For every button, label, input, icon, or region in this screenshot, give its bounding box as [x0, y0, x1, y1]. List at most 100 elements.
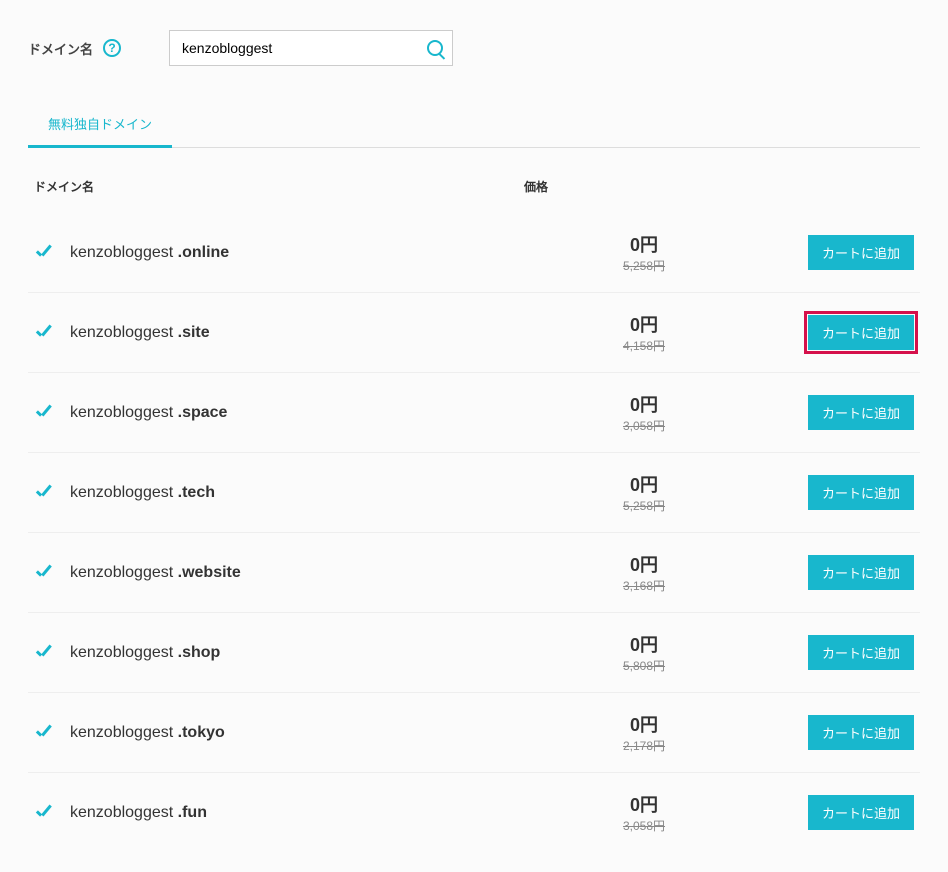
add-to-cart-button[interactable]: カートに追加: [808, 555, 914, 590]
check-icon: [34, 723, 54, 743]
available-check: [34, 723, 70, 743]
available-check: [34, 803, 70, 823]
price-cell: 0円2,178円: [564, 711, 724, 754]
domain-ext: .space: [178, 404, 228, 421]
table-row: kenzobloggest .tokyo0円2,178円カートに追加: [28, 693, 920, 773]
price-cell: 0円5,808円: [564, 631, 724, 674]
tabs: 無料独自ドメイン: [28, 102, 920, 148]
domain-name: kenzobloggest .space: [70, 404, 564, 422]
price-cell: 0円3,058円: [564, 791, 724, 834]
available-check: [34, 643, 70, 663]
price-original: 5,808円: [564, 657, 724, 674]
table-row: kenzobloggest .website0円3,168円カートに追加: [28, 533, 920, 613]
available-check: [34, 243, 70, 263]
domain-name: kenzobloggest .site: [70, 324, 564, 342]
search-box: [169, 30, 453, 66]
price-original: 5,258円: [564, 497, 724, 514]
add-to-cart-button[interactable]: カートに追加: [808, 235, 914, 270]
action-cell: カートに追加: [724, 555, 914, 590]
price-original: 3,168円: [564, 577, 724, 594]
table-row: kenzobloggest .site0円4,158円カートに追加: [28, 293, 920, 373]
check-icon: [34, 803, 54, 823]
price-cell: 0円3,058円: [564, 391, 724, 434]
table-row: kenzobloggest .online0円5,258円 カートに追加: [28, 213, 920, 293]
price-original: 2,178円: [564, 737, 724, 754]
table-row: kenzobloggest .space0円3,058円カートに追加: [28, 373, 920, 453]
price-current: 0円: [564, 791, 724, 817]
search-icon: [427, 40, 443, 56]
price-original: 3,058円: [564, 817, 724, 834]
add-to-cart-button[interactable]: カートに追加: [808, 635, 914, 670]
price-current: 0円: [564, 391, 724, 417]
price-current: 0円: [564, 711, 724, 737]
domain-name: kenzobloggest .tokyo: [70, 724, 564, 742]
domain-name: kenzobloggest .fun: [70, 804, 564, 822]
price-cell: 0円5,258円: [564, 231, 724, 274]
action-cell: カートに追加: [724, 315, 914, 350]
domain-base: kenzobloggest: [70, 484, 178, 501]
check-icon: [34, 323, 54, 343]
domain-base: kenzobloggest: [70, 804, 178, 821]
add-to-cart-button[interactable]: カートに追加: [808, 715, 914, 750]
header-domain: ドメイン名: [34, 178, 524, 195]
tab-free-domain[interactable]: 無料独自ドメイン: [28, 102, 172, 148]
domain-ext: .site: [178, 324, 210, 341]
help-icon[interactable]: ?: [103, 39, 121, 57]
domain-base: kenzobloggest: [70, 244, 178, 261]
domain-base: kenzobloggest: [70, 324, 178, 341]
domain-name: kenzobloggest .shop: [70, 644, 564, 662]
available-check: [34, 563, 70, 583]
add-to-cart-button[interactable]: カートに追加: [808, 395, 914, 430]
table-row: kenzobloggest .shop0円5,808円カートに追加: [28, 613, 920, 693]
add-to-cart-button[interactable]: カートに追加: [808, 315, 914, 350]
price-current: 0円: [564, 631, 724, 657]
table-header: ドメイン名 価格: [28, 178, 920, 213]
check-icon: [34, 403, 54, 423]
action-cell: カートに追加: [724, 235, 914, 270]
check-icon: [34, 483, 54, 503]
price-current: 0円: [564, 231, 724, 257]
search-input[interactable]: [169, 30, 453, 66]
price-current: 0円: [564, 471, 724, 497]
search-row: ドメイン名 ?: [28, 30, 920, 66]
action-cell: カートに追加: [724, 475, 914, 510]
results-list: kenzobloggest .online0円5,258円カートに追加kenzo…: [28, 213, 920, 852]
available-check: [34, 403, 70, 423]
table-row: kenzobloggest .fun0円3,058円カートに追加: [28, 773, 920, 852]
available-check: [34, 483, 70, 503]
domain-ext: .fun: [178, 804, 207, 821]
available-check: [34, 323, 70, 343]
domain-ext: .tokyo: [178, 724, 225, 741]
domain-name: kenzobloggest .website: [70, 564, 564, 582]
price-current: 0円: [564, 311, 724, 337]
search-button[interactable]: [417, 30, 453, 66]
price-current: 0円: [564, 551, 724, 577]
add-to-cart-button[interactable]: カートに追加: [808, 475, 914, 510]
domain-base: kenzobloggest: [70, 644, 178, 661]
check-icon: [34, 243, 54, 263]
check-icon: [34, 643, 54, 663]
search-label: ドメイン名: [28, 39, 93, 58]
action-cell: カートに追加: [724, 635, 914, 670]
price-cell: 0円4,158円: [564, 311, 724, 354]
domain-base: kenzobloggest: [70, 404, 178, 421]
price-original: 5,258円: [564, 257, 724, 274]
check-icon: [34, 563, 54, 583]
table-row: kenzobloggest .tech0円5,258円カートに追加: [28, 453, 920, 533]
header-price: 価格: [524, 178, 584, 195]
price-cell: 0円3,168円: [564, 551, 724, 594]
action-cell: カートに追加: [724, 715, 914, 750]
domain-name: kenzobloggest .online: [70, 244, 564, 262]
add-to-cart-button[interactable]: カートに追加: [808, 795, 914, 830]
domain-base: kenzobloggest: [70, 724, 178, 741]
price-cell: 0円5,258円: [564, 471, 724, 514]
domain-base: kenzobloggest: [70, 564, 178, 581]
domain-name: kenzobloggest .tech: [70, 484, 564, 502]
action-cell: カートに追加: [724, 795, 914, 830]
domain-ext: .website: [178, 564, 241, 581]
price-original: 4,158円: [564, 337, 724, 354]
domain-ext: .tech: [178, 484, 215, 501]
price-original: 3,058円: [564, 417, 724, 434]
domain-ext: .shop: [178, 644, 221, 661]
action-cell: カートに追加: [724, 395, 914, 430]
